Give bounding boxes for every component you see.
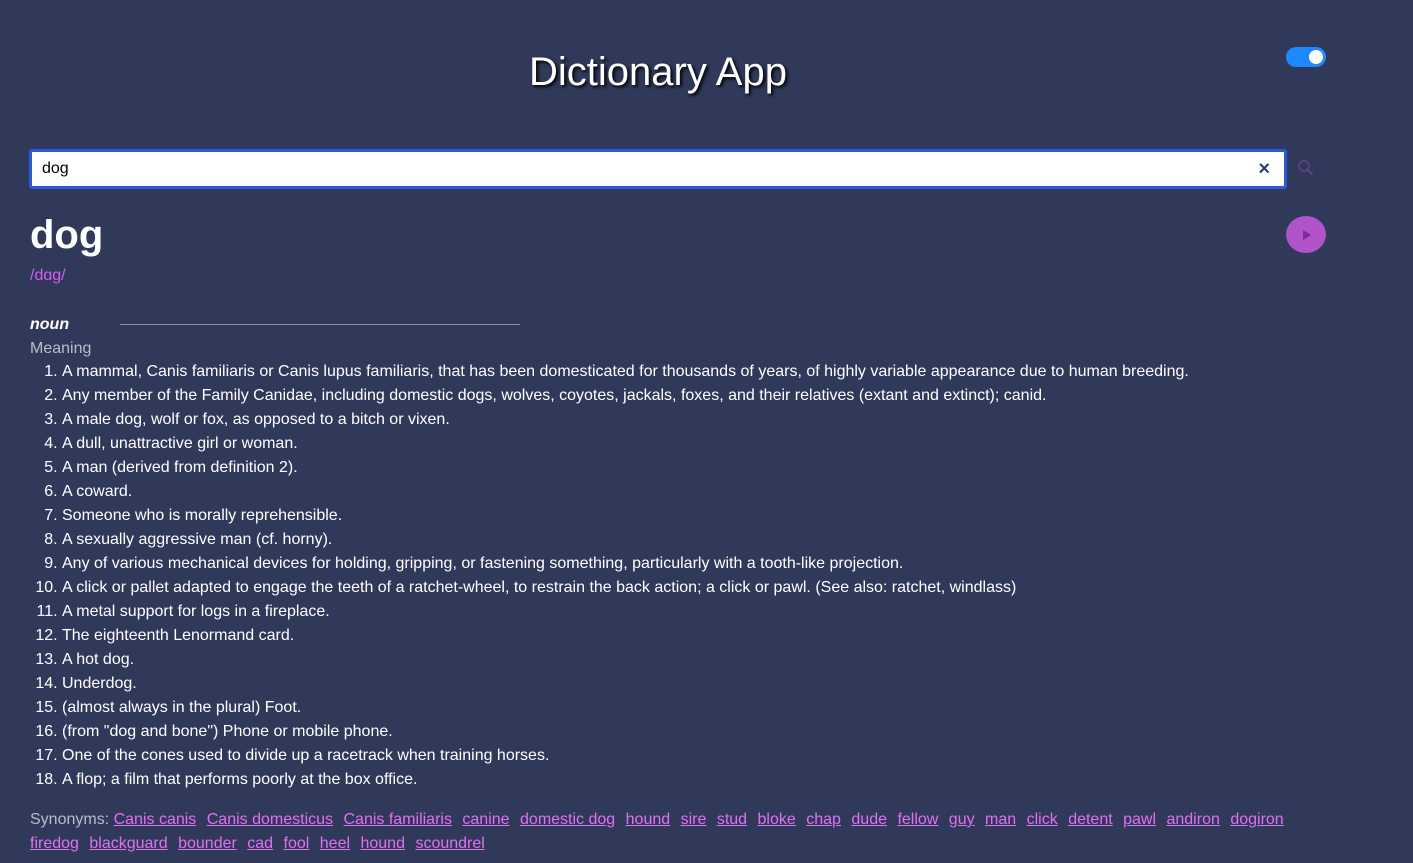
definition-item: A flop; a film that performs poorly at t…: [62, 768, 1300, 792]
toggle-knob: [1309, 50, 1323, 64]
synonyms-section: Synonyms: Canis canis Canis domesticus C…: [30, 808, 1300, 856]
definition-item: A man (derived from definition 2).: [62, 456, 1300, 480]
part-of-speech-divider: [120, 324, 520, 325]
definition-item: A mammal, Canis familiaris or Canis lupu…: [62, 360, 1300, 384]
synonym-link[interactable]: cad: [247, 835, 273, 852]
synonym-link[interactable]: dude: [851, 811, 887, 828]
search-icon[interactable]: [1297, 159, 1315, 177]
synonym-link[interactable]: chap: [806, 811, 841, 828]
synonym-link[interactable]: man: [985, 811, 1016, 828]
synonym-link[interactable]: stud: [717, 811, 747, 828]
synonym-link[interactable]: hound: [626, 811, 671, 828]
synonym-link[interactable]: bloke: [758, 811, 796, 828]
synonym-link[interactable]: Canis canis: [114, 811, 197, 828]
synonym-link[interactable]: domestic dog: [520, 811, 615, 828]
synonym-link[interactable]: fool: [284, 835, 310, 852]
definition-item: A male dog, wolf or fox, as opposed to a…: [62, 408, 1300, 432]
synonym-link[interactable]: pawl: [1123, 811, 1156, 828]
theme-toggle[interactable]: [1286, 47, 1326, 67]
definition-item: A dull, unattractive girl or woman.: [62, 432, 1300, 456]
definition-item: A metal support for logs in a fireplace.: [62, 600, 1300, 624]
search-box: ×: [29, 149, 1287, 189]
synonym-link[interactable]: firedog: [30, 835, 79, 852]
definition-item: (almost always in the plural) Foot.: [62, 696, 1300, 720]
synonym-link[interactable]: hound: [360, 835, 405, 852]
part-of-speech-row: noun: [30, 314, 520, 336]
definition-item: Underdog.: [62, 672, 1300, 696]
search-input[interactable]: [42, 152, 1242, 186]
definition-item: A hot dog.: [62, 648, 1300, 672]
definition-item: A click or pallet adapted to engage the …: [62, 576, 1300, 600]
synonym-link[interactable]: sire: [681, 811, 707, 828]
synonym-link[interactable]: Canis domesticus: [207, 811, 333, 828]
synonym-link[interactable]: andiron: [1166, 811, 1219, 828]
synonyms-links: Canis canis Canis domesticus Canis famil…: [30, 811, 1290, 852]
definition-item: Any member of the Family Canidae, includ…: [62, 384, 1300, 408]
synonym-link[interactable]: fellow: [897, 811, 938, 828]
clear-icon[interactable]: ×: [1258, 159, 1270, 179]
play-icon: [1303, 230, 1311, 240]
part-of-speech-label: noun: [30, 316, 70, 333]
definition-item: Someone who is morally reprehensible.: [62, 504, 1300, 528]
definition-item: Any of various mechanical devices for ho…: [62, 552, 1300, 576]
meaning-label: Meaning: [30, 340, 92, 357]
synonym-link[interactable]: heel: [320, 835, 350, 852]
definition-item: A sexually aggressive man (cf. horny).: [62, 528, 1300, 552]
definition-item: A coward.: [62, 480, 1300, 504]
synonym-link[interactable]: bounder: [178, 835, 237, 852]
synonyms-label: Synonyms:: [30, 811, 110, 828]
definition-item: The eighteenth Lenormand card.: [62, 624, 1300, 648]
synonym-link[interactable]: scoundrel: [415, 835, 484, 852]
word-heading: dog: [30, 213, 104, 257]
play-audio-button[interactable]: [1286, 216, 1326, 253]
synonym-link[interactable]: blackguard: [89, 835, 167, 852]
synonym-link[interactable]: dogiron: [1230, 811, 1283, 828]
app-title: Dictionary App: [529, 50, 787, 94]
synonym-link[interactable]: guy: [949, 811, 975, 828]
definition-item: (from "dog and bone") Phone or mobile ph…: [62, 720, 1300, 744]
synonym-link[interactable]: canine: [462, 811, 509, 828]
synonym-link[interactable]: click: [1027, 811, 1058, 828]
phonetic-text: /dɑɡ/: [30, 267, 66, 284]
synonym-link[interactable]: detent: [1068, 811, 1112, 828]
definition-item: One of the cones used to divide up a rac…: [62, 744, 1300, 768]
definitions-list: A mammal, Canis familiaris or Canis lupu…: [0, 360, 1300, 792]
synonym-link[interactable]: Canis familiaris: [343, 811, 451, 828]
